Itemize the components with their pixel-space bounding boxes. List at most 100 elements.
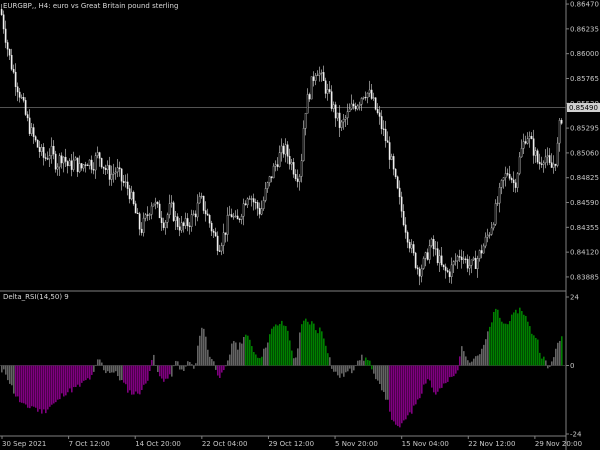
candle-body	[174, 216, 177, 221]
histogram-bar	[419, 365, 421, 399]
histogram-bar	[555, 348, 557, 366]
candle-body	[4, 28, 7, 43]
histogram-bar	[235, 342, 237, 366]
candle-body	[324, 80, 327, 94]
indicator-panel[interactable]: Delta_RSI(14,50) 9 24 0 -24	[0, 293, 582, 439]
histogram-bar	[127, 365, 129, 393]
histogram-bar	[449, 365, 451, 378]
histogram-bar	[199, 335, 201, 366]
candle-body	[412, 244, 415, 254]
histogram-bar	[81, 365, 83, 383]
histogram-bar	[189, 362, 191, 366]
candle-body	[536, 150, 539, 163]
candle-body	[450, 264, 453, 278]
histogram-bar	[123, 365, 125, 383]
histogram-bar	[83, 365, 85, 381]
candle-body	[478, 250, 481, 259]
candle-body	[190, 214, 193, 227]
candle-body	[444, 266, 447, 271]
histogram-bar	[465, 356, 467, 366]
candle-body	[532, 138, 535, 156]
candle-body	[534, 150, 537, 156]
candle-body	[394, 168, 397, 177]
candle-body	[214, 232, 217, 237]
time-tick-label: 22 Nov 12:00	[468, 440, 515, 448]
histogram-bar	[155, 365, 157, 366]
histogram-bar	[285, 326, 287, 366]
histogram-bar	[35, 365, 37, 408]
histogram-bar	[211, 359, 213, 366]
candle-body	[98, 152, 101, 159]
histogram-bar	[311, 321, 313, 366]
candle-body	[400, 196, 403, 212]
candle-body	[418, 268, 421, 277]
histogram-bar	[225, 365, 227, 367]
candle-body	[432, 239, 435, 250]
candle-body	[76, 157, 79, 172]
histogram-bar	[547, 365, 549, 369]
price-panel[interactable]: EURGBP,, H4: euro vs Great Britain pound…	[0, 0, 600, 450]
histogram-bar	[17, 365, 19, 397]
histogram-bar	[163, 365, 165, 382]
histogram-bar	[73, 365, 75, 388]
histogram-bar	[265, 347, 267, 366]
candle-body	[484, 236, 487, 247]
candle-body	[468, 265, 471, 269]
candle-body	[22, 97, 25, 101]
candle-body	[72, 159, 75, 170]
candle-body	[240, 216, 243, 220]
histogram-bar	[43, 365, 45, 410]
histogram-bar	[491, 322, 493, 366]
candle-body	[458, 256, 461, 258]
candle-body	[456, 256, 459, 262]
histogram-bar	[51, 365, 53, 405]
histogram-bar	[183, 365, 185, 371]
candle-body	[544, 156, 547, 164]
histogram-bar	[217, 365, 219, 376]
price-tick-label: 0.84355	[570, 224, 599, 232]
candle-body	[334, 104, 337, 119]
candle-body	[322, 72, 325, 81]
candle-body	[552, 163, 555, 168]
candle-body	[550, 162, 553, 168]
candle-body	[346, 111, 349, 119]
candle-body	[488, 234, 491, 236]
histogram-bar	[119, 365, 121, 381]
candle-body	[330, 91, 333, 109]
candle-body	[42, 147, 45, 158]
histogram-bar	[141, 365, 143, 391]
candle-body	[546, 155, 549, 158]
histogram-bar	[447, 365, 449, 382]
histogram-bar	[55, 365, 57, 403]
histogram-bar	[85, 365, 87, 381]
candle-body	[78, 163, 81, 172]
candle-body	[192, 213, 195, 215]
candle-body	[90, 159, 93, 170]
candle-body	[250, 198, 253, 200]
candle-body	[438, 255, 441, 264]
candle-body	[132, 191, 135, 204]
candle-body	[502, 177, 505, 181]
candle-body	[224, 232, 227, 235]
candle-body	[406, 232, 409, 243]
indicator-tick-label: -24	[570, 431, 582, 439]
candle-body	[318, 73, 321, 76]
candle-body	[366, 92, 369, 98]
histogram-bar	[427, 365, 429, 380]
histogram-bar	[391, 365, 393, 420]
candle-body	[294, 174, 297, 180]
candle-body	[86, 164, 89, 166]
candle-body	[96, 152, 99, 156]
histogram-bar	[499, 317, 501, 366]
candle-body	[494, 203, 497, 225]
candle-body	[328, 89, 331, 92]
histogram-bar	[109, 365, 111, 373]
candle-body	[134, 203, 137, 214]
candle-body	[390, 156, 393, 160]
histogram-bar	[93, 365, 95, 372]
candle-body	[12, 68, 15, 73]
histogram-bar	[511, 314, 513, 366]
histogram-bar	[241, 343, 243, 366]
chart-canvas[interactable]: EURGBP,, H4: euro vs Great Britain pound…	[0, 0, 600, 450]
histogram-bar	[223, 365, 225, 371]
